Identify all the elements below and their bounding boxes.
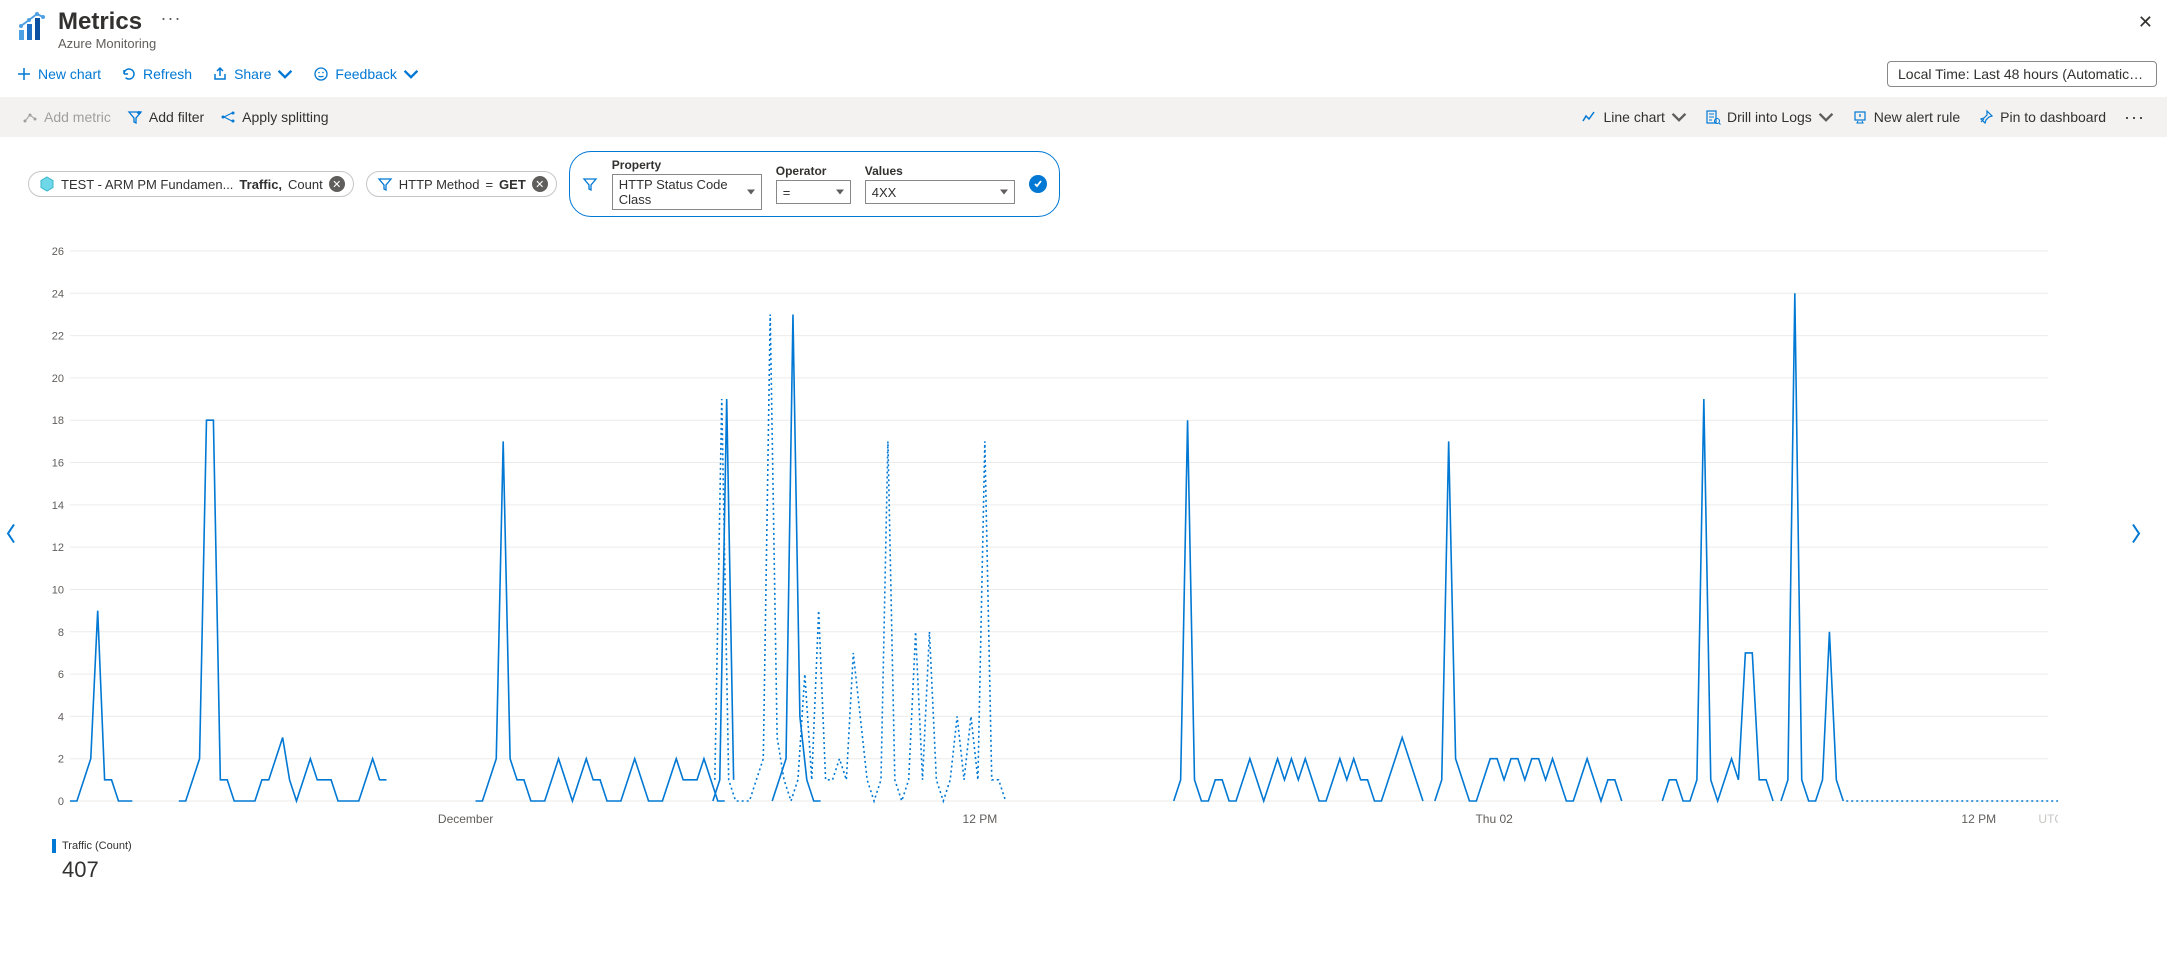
share-button[interactable]: Share bbox=[206, 62, 299, 86]
add-metric-button[interactable]: Add metric bbox=[22, 109, 111, 125]
metric-filter-row: TEST - ARM PM Fundamen... Traffic, Count… bbox=[0, 137, 2167, 231]
alert-icon bbox=[1852, 109, 1868, 125]
property-select[interactable]: HTTP Status Code Class bbox=[612, 174, 762, 210]
primary-toolbar: New chart Refresh Share Feedback Local T… bbox=[0, 55, 2167, 97]
chart-type-dropdown[interactable]: Line chart bbox=[1581, 109, 1686, 125]
svg-text:24: 24 bbox=[52, 288, 64, 300]
values-select[interactable]: 4XX bbox=[865, 180, 1015, 204]
svg-text:Thu 02: Thu 02 bbox=[1475, 812, 1513, 826]
svg-text:6: 6 bbox=[58, 669, 64, 681]
operator-select[interactable]: = bbox=[776, 180, 851, 204]
chevron-down-icon bbox=[1818, 109, 1834, 125]
funnel-icon bbox=[582, 176, 598, 192]
resource-hexagon-icon bbox=[39, 176, 55, 192]
chart-legend: Traffic (Count) 407 bbox=[52, 839, 2167, 883]
svg-text:10: 10 bbox=[52, 584, 64, 596]
smiley-icon bbox=[313, 66, 329, 82]
svg-text:4: 4 bbox=[58, 711, 64, 723]
operator-label: Operator bbox=[776, 164, 851, 178]
split-icon bbox=[220, 109, 236, 125]
svg-text:18: 18 bbox=[52, 415, 64, 427]
next-chart-arrow[interactable] bbox=[2129, 522, 2143, 551]
filter-editor: Property HTTP Status Code Class Operator… bbox=[569, 151, 1060, 217]
svg-text:16: 16 bbox=[52, 458, 64, 470]
prev-chart-arrow[interactable] bbox=[4, 522, 18, 551]
svg-text:20: 20 bbox=[52, 373, 64, 385]
time-range-picker[interactable]: Local Time: Last 48 hours (Automatic - 1… bbox=[1887, 61, 2157, 87]
chevron-left-icon bbox=[4, 522, 18, 546]
property-label: Property bbox=[612, 158, 762, 172]
chevron-right-icon bbox=[2129, 522, 2143, 546]
svg-text:2: 2 bbox=[58, 754, 64, 766]
add-metric-icon bbox=[22, 109, 38, 125]
svg-text:12 PM: 12 PM bbox=[963, 812, 998, 826]
pin-to-dashboard-button[interactable]: Pin to dashboard bbox=[1978, 109, 2106, 125]
new-alert-rule-button[interactable]: New alert rule bbox=[1852, 109, 1960, 125]
header-more-icon[interactable]: ··· bbox=[161, 8, 182, 28]
apply-splitting-button[interactable]: Apply splitting bbox=[220, 109, 328, 125]
refresh-icon bbox=[121, 66, 137, 82]
line-chart-icon bbox=[1581, 109, 1597, 125]
pin-icon bbox=[1978, 109, 1994, 125]
drill-into-logs-button[interactable]: Drill into Logs bbox=[1705, 109, 1834, 125]
remove-metric-icon[interactable]: ✕ bbox=[329, 176, 345, 192]
svg-text:0: 0 bbox=[58, 796, 64, 808]
svg-text:UTC-08:00: UTC-08:00 bbox=[2038, 812, 2058, 826]
chevron-down-icon bbox=[1671, 109, 1687, 125]
add-filter-button[interactable]: Add filter bbox=[127, 109, 204, 125]
chart-more-icon[interactable]: ··· bbox=[2124, 107, 2145, 128]
filter-icon bbox=[127, 109, 143, 125]
values-label: Values bbox=[865, 164, 1015, 178]
svg-text:14: 14 bbox=[52, 500, 64, 512]
funnel-icon bbox=[377, 176, 393, 192]
page-subtitle: Azure Monitoring bbox=[58, 36, 181, 51]
new-chart-button[interactable]: New chart bbox=[10, 62, 107, 86]
chevron-down-icon bbox=[277, 66, 293, 82]
page-title: Metrics bbox=[58, 8, 142, 36]
metric-pill[interactable]: TEST - ARM PM Fundamen... Traffic, Count… bbox=[28, 171, 354, 197]
svg-text:26: 26 bbox=[52, 246, 64, 258]
close-icon[interactable]: ✕ bbox=[2138, 12, 2153, 33]
chart-area: 02468101214161820222426December12 PMThu … bbox=[28, 241, 2083, 831]
remove-filter-icon[interactable]: ✕ bbox=[532, 176, 548, 192]
svg-text:December: December bbox=[438, 812, 493, 826]
svg-text:12 PM: 12 PM bbox=[1961, 812, 1996, 826]
logs-icon bbox=[1705, 109, 1721, 125]
chevron-down-icon bbox=[403, 66, 419, 82]
refresh-button[interactable]: Refresh bbox=[115, 62, 198, 86]
share-icon bbox=[212, 66, 228, 82]
metrics-icon bbox=[16, 12, 48, 44]
feedback-button[interactable]: Feedback bbox=[307, 62, 424, 86]
metrics-line-chart[interactable]: 02468101214161820222426December12 PMThu … bbox=[28, 241, 2058, 831]
plus-icon bbox=[16, 66, 32, 82]
legend-label: Traffic (Count) bbox=[52, 839, 2167, 853]
svg-text:8: 8 bbox=[58, 627, 64, 639]
svg-text:22: 22 bbox=[52, 331, 64, 343]
apply-filter-button[interactable] bbox=[1029, 175, 1047, 193]
legend-value: 407 bbox=[52, 857, 2167, 883]
chart-toolbar: Add metric Add filter Apply splitting Li… bbox=[0, 97, 2167, 137]
page-header: Metrics ··· Azure Monitoring bbox=[0, 0, 2167, 55]
svg-text:12: 12 bbox=[52, 542, 64, 554]
filter-pill[interactable]: HTTP Method = GET ✕ bbox=[366, 171, 557, 197]
check-icon bbox=[1033, 179, 1043, 189]
